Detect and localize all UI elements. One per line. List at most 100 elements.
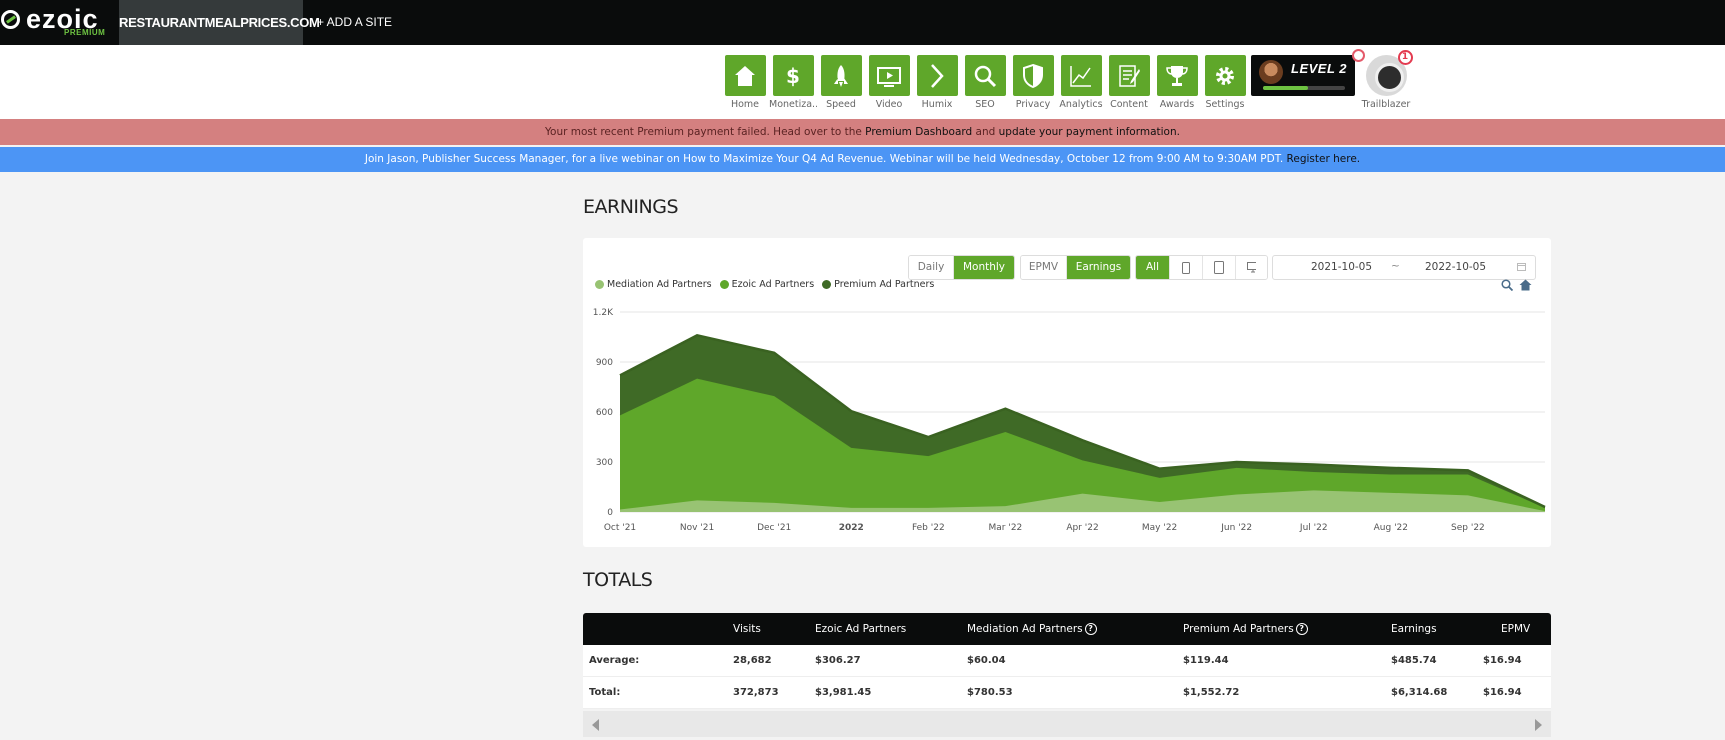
monthly-button[interactable]: Monthly xyxy=(954,256,1014,279)
legend-label: Premium Ad Partners xyxy=(834,279,935,290)
webinar-alert: Join Jason, Publisher Success Manager, f… xyxy=(0,147,1725,172)
tablet-icon xyxy=(1214,261,1224,274)
data-point[interactable] xyxy=(849,409,853,413)
x-tick-label: Feb '22 xyxy=(912,523,945,533)
nav-label: Home xyxy=(730,99,760,110)
x-tick-label: Sep '22 xyxy=(1451,523,1485,533)
data-point[interactable] xyxy=(1235,460,1239,464)
col-header[interactable]: Premium Ad Partners? xyxy=(1183,613,1308,645)
data-point[interactable] xyxy=(772,351,776,355)
nav-humix[interactable]: Humix xyxy=(913,55,961,110)
legend-label: Mediation Ad Partners xyxy=(607,279,712,290)
nav-privacy[interactable]: Privacy xyxy=(1009,55,1057,110)
x-tick-label: Nov '21 xyxy=(680,523,714,533)
magnifier-icon xyxy=(974,65,997,87)
earnings-title: EARNINGS xyxy=(583,196,679,218)
metric-toggle: EPMV Earnings xyxy=(1020,255,1131,280)
data-point[interactable] xyxy=(1389,466,1393,470)
col-header[interactable]: Visits xyxy=(733,613,761,645)
reset-zoom-home-icon[interactable] xyxy=(1519,279,1532,291)
earnings-card: 0 300 600 900 1.2K Oct '21 Nov '21 Dec '21 2022 F… xyxy=(583,238,1551,547)
data-point[interactable] xyxy=(1081,438,1085,442)
legend-swatch xyxy=(822,280,832,289)
alert-text: Your most recent Premium payment failed.… xyxy=(545,126,866,138)
data-point[interactable] xyxy=(1003,407,1007,411)
data-point[interactable] xyxy=(618,373,622,377)
legend-item[interactable]: Mediation Ad Partners xyxy=(595,279,712,290)
nav-label: Privacy xyxy=(1015,99,1051,110)
nav-label: Settings xyxy=(1205,99,1245,110)
level-progress-fill xyxy=(1263,86,1309,90)
table-cell: $119.44 xyxy=(1183,655,1229,666)
col-header[interactable]: Ezoic Ad Partners xyxy=(815,613,906,645)
epmv-button[interactable]: EPMV xyxy=(1021,256,1067,279)
legend-item[interactable]: Premium Ad Partners xyxy=(822,279,934,290)
x-tick-label: Apr '22 xyxy=(1066,523,1098,533)
x-tick-label: Mar '22 xyxy=(989,523,1023,533)
col-header[interactable]: Earnings xyxy=(1391,613,1437,645)
chevron-right-icon xyxy=(931,63,944,88)
desktop-icon xyxy=(1247,262,1256,273)
alert-text: and xyxy=(972,126,999,138)
data-point[interactable] xyxy=(1466,468,1470,472)
nav-speed[interactable]: Speed xyxy=(817,55,865,110)
data-point[interactable] xyxy=(1158,467,1162,471)
shield-icon xyxy=(1023,63,1043,88)
gear-icon xyxy=(1216,66,1234,85)
col-header[interactable]: EPMV xyxy=(1501,613,1530,645)
dollar-icon: $ xyxy=(786,64,800,88)
trophy-icon xyxy=(1166,65,1188,86)
trailblazer-label: Trailblazer xyxy=(1361,99,1411,110)
all-devices-button[interactable]: All xyxy=(1136,256,1170,279)
nav-awards[interactable]: Awards xyxy=(1153,55,1201,110)
legend-label: Ezoic Ad Partners xyxy=(731,279,815,290)
scroll-right-arrow-icon[interactable] xyxy=(1535,719,1542,731)
table-cell: $16.94 xyxy=(1483,687,1522,698)
data-point[interactable] xyxy=(1543,505,1547,509)
logo-tier: PREMIUM xyxy=(64,28,106,37)
earnings-button[interactable]: Earnings xyxy=(1067,256,1130,279)
row-label: Average: xyxy=(589,655,640,666)
daily-button[interactable]: Daily xyxy=(909,256,954,279)
row-label: Total: xyxy=(589,687,621,698)
legend-item[interactable]: Ezoic Ad Partners xyxy=(719,279,815,290)
scroll-left-arrow-icon[interactable] xyxy=(592,719,599,731)
zoom-icon[interactable] xyxy=(1501,279,1513,291)
col-header[interactable]: Mediation Ad Partners? xyxy=(967,613,1097,645)
y-tick-label: 600 xyxy=(596,408,613,418)
date-range-picker[interactable]: 2021-10-05 ~ 2022-10-05 xyxy=(1272,255,1536,280)
tablet-device-button[interactable] xyxy=(1203,256,1236,279)
data-point[interactable] xyxy=(1312,463,1316,467)
x-tick-label: Oct '21 xyxy=(604,523,636,533)
nav-video[interactable]: Video xyxy=(865,55,913,110)
period-toggle: Daily Monthly xyxy=(908,255,1015,280)
ezoic-logo[interactable]: ezoic PREMIUM xyxy=(0,0,118,45)
add-site-link[interactable]: + ADD A SITE xyxy=(317,0,392,45)
register-link[interactable]: Register here. xyxy=(1287,153,1361,165)
line-chart-icon xyxy=(1070,65,1091,87)
nav-monetization[interactable]: $ Monetiza... xyxy=(769,55,817,110)
table-cell: $485.74 xyxy=(1391,655,1437,666)
nav-settings[interactable]: Settings xyxy=(1201,55,1249,110)
data-point[interactable] xyxy=(695,333,699,337)
nav-seo[interactable]: SEO xyxy=(961,55,1009,110)
site-selector[interactable]: RESTAURANTMEALPRICES.COM xyxy=(119,0,320,45)
nav-label: SEO xyxy=(975,99,995,110)
update-payment-link[interactable]: update your payment information. xyxy=(999,126,1180,138)
help-icon[interactable]: ? xyxy=(1084,623,1097,635)
level-badge[interactable]: LEVEL 2 xyxy=(1251,55,1355,96)
table-row: Total: 372,873 $3,981.45 $780.53 $1,552.… xyxy=(583,677,1551,709)
trailblazer-badge[interactable]: 1 Trailblazer xyxy=(1361,50,1413,110)
mobile-device-button[interactable] xyxy=(1170,256,1203,279)
nav-analytics[interactable]: Analytics xyxy=(1057,55,1105,110)
ezoic-logo-mark-icon xyxy=(1,10,20,29)
desktop-device-button[interactable] xyxy=(1236,256,1267,279)
data-point[interactable] xyxy=(926,435,930,439)
nav-content[interactable]: Content xyxy=(1105,55,1153,110)
help-icon[interactable]: ? xyxy=(1295,623,1308,635)
nav-home[interactable]: Home xyxy=(721,55,769,110)
top-bar: ezoic PREMIUM RESTAURANTMEALPRICES.COM +… xyxy=(0,0,1725,45)
document-edit-icon xyxy=(1119,64,1140,87)
table-scrollbar[interactable] xyxy=(583,711,1551,737)
premium-dashboard-link[interactable]: Premium Dashboard xyxy=(865,126,972,138)
